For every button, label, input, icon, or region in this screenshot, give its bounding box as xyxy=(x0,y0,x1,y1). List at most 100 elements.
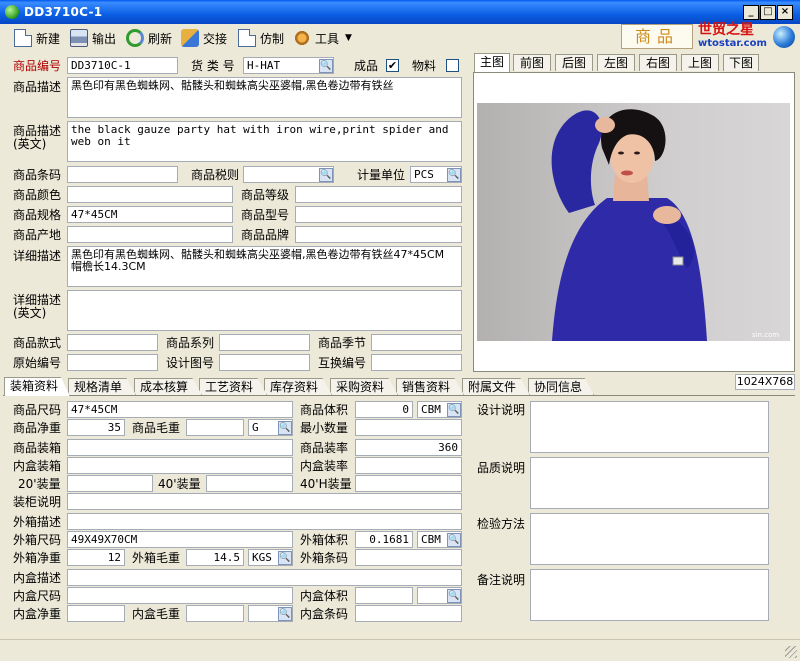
photo-watermark: sin.com xyxy=(752,331,779,339)
origin-field[interactable] xyxy=(67,226,233,243)
inner-size-field[interactable] xyxy=(67,587,293,604)
c40h-field[interactable] xyxy=(355,475,462,492)
barcode-field[interactable] xyxy=(67,166,178,183)
style-field[interactable] xyxy=(67,334,158,351)
min-qty-field[interactable] xyxy=(355,419,462,436)
outer-size-field[interactable]: 49X49X70CM xyxy=(67,531,293,548)
image-tab-5[interactable]: 上图 xyxy=(681,54,719,71)
tools-icon xyxy=(293,29,311,47)
close-button[interactable]: × xyxy=(777,5,793,20)
image-tab-0[interactable]: 主图 xyxy=(474,53,510,72)
c40-field[interactable] xyxy=(206,475,293,492)
detail-label: 详细描述 xyxy=(13,249,62,263)
inner-rate-field[interactable] xyxy=(355,457,462,474)
c20-field[interactable] xyxy=(67,475,153,492)
inspect-field[interactable] xyxy=(530,513,769,565)
outer-barcode-field[interactable] xyxy=(355,549,462,566)
pack-label: 商品装箱 xyxy=(13,441,62,455)
inner-gross-label: 内盒毛重 xyxy=(132,607,181,621)
desc-en-field[interactable]: the black gauze party hat with iron wire… xyxy=(67,121,462,162)
refresh-button[interactable]: 刷新 xyxy=(126,26,172,50)
export-label: 输出 xyxy=(92,31,117,46)
inner-gross-field[interactable] xyxy=(186,605,244,622)
bottom-tab-3[interactable]: 工艺资料 xyxy=(199,378,267,395)
maximize-button[interactable]: □ xyxy=(760,5,776,20)
category-picker-icon[interactable]: 🔍 xyxy=(319,59,333,73)
bottom-tab-0[interactable]: 装箱资料 xyxy=(4,377,70,396)
exchange-button[interactable]: 交接 xyxy=(181,26,227,50)
gross-field[interactable] xyxy=(186,419,244,436)
imitate-button[interactable]: 仿制 xyxy=(238,26,284,50)
orig-no-field[interactable] xyxy=(67,354,158,371)
material-checkbox[interactable] xyxy=(446,59,459,72)
design-no-field[interactable] xyxy=(219,354,310,371)
image-panel: sin.com xyxy=(473,72,795,372)
tax-picker-icon[interactable]: 🔍 xyxy=(319,168,333,182)
inner-vol-field[interactable] xyxy=(355,587,413,604)
export-button[interactable]: 输出 xyxy=(70,26,116,50)
image-tab-4[interactable]: 右图 xyxy=(639,54,677,71)
outer-vol-unit-picker-icon[interactable]: 🔍 xyxy=(447,533,461,547)
inner-net-label: 内盒净重 xyxy=(13,607,62,621)
net-field[interactable]: 35 xyxy=(67,419,125,436)
unit-picker-icon[interactable]: 🔍 xyxy=(447,168,461,182)
image-tab-2[interactable]: 后图 xyxy=(555,54,593,71)
resize-grip-icon[interactable] xyxy=(785,646,797,658)
minimize-button[interactable]: _ xyxy=(743,5,759,20)
quality-note-field[interactable] xyxy=(530,457,769,509)
product-no-field[interactable]: DD3710C-1 xyxy=(67,57,178,74)
outer-gross-unit-picker-icon[interactable]: 🔍 xyxy=(278,551,292,565)
finished-checkbox[interactable]: ✔ xyxy=(386,59,399,72)
image-tab-6[interactable]: 下图 xyxy=(723,54,759,71)
bottom-tab-2[interactable]: 成本核算 xyxy=(134,378,202,395)
season-field[interactable] xyxy=(371,334,462,351)
goods-badge: 商品 xyxy=(621,24,693,49)
volume-unit-picker-icon[interactable]: 🔍 xyxy=(447,403,461,417)
series-field[interactable] xyxy=(219,334,310,351)
design-note-field[interactable] xyxy=(530,401,769,453)
title-bar[interactable]: DD3710C-1 _ □ × xyxy=(0,0,800,24)
bottom-tab-1[interactable]: 规格清单 xyxy=(68,378,136,395)
model-field[interactable] xyxy=(295,206,462,223)
pack-field[interactable] xyxy=(67,439,293,456)
inner-desc-field[interactable] xyxy=(67,569,462,586)
inner-net-field[interactable] xyxy=(67,605,125,622)
bottom-tab-5[interactable]: 采购资料 xyxy=(330,378,398,395)
brand-field[interactable] xyxy=(295,226,462,243)
outer-desc-field[interactable] xyxy=(67,513,462,530)
inner-pack-field[interactable] xyxy=(67,457,293,474)
pack-rate-field[interactable]: 360 xyxy=(355,439,462,456)
bottom-tab-4[interactable]: 库存资料 xyxy=(264,378,332,395)
design-no-label: 设计图号 xyxy=(166,356,215,370)
inner-vol-unit-picker-icon[interactable]: 🔍 xyxy=(447,589,461,603)
bottom-tab-8[interactable]: 协同信息 xyxy=(528,378,594,395)
color-field[interactable] xyxy=(67,186,233,203)
detail-en-field[interactable] xyxy=(67,290,462,331)
swap-no-field[interactable] xyxy=(371,354,462,371)
outer-vol-field[interactable]: 0.1681 xyxy=(355,531,413,548)
brand-logo: 世贸之星 wtostar.com xyxy=(698,23,774,51)
weight-unit-picker-icon[interactable]: 🔍 xyxy=(278,421,292,435)
desc-field[interactable]: 黑色印有黑色蜘蛛网、骷髅头和蜘蛛高尖巫婆帽,黑色卷边带有铁丝 xyxy=(67,77,462,118)
outer-net-field[interactable]: 12 xyxy=(67,549,125,566)
size-field[interactable]: 47*45CM xyxy=(67,401,293,418)
spec-field[interactable]: 47*45CM xyxy=(67,206,233,223)
new-button[interactable]: 新建 xyxy=(14,26,60,50)
remark-field[interactable] xyxy=(530,569,769,621)
bottom-tab-7[interactable]: 附属文件 xyxy=(462,378,530,395)
swap-no-label: 互换编号 xyxy=(318,356,367,370)
inner-gross-unit-picker-icon[interactable]: 🔍 xyxy=(278,607,292,621)
tools-menu-button[interactable]: 工具 ▼ xyxy=(293,26,352,50)
grade-field[interactable] xyxy=(295,186,462,203)
outer-desc-label: 外箱描述 xyxy=(13,515,62,529)
load-note-field[interactable] xyxy=(67,493,462,510)
image-tab-3[interactable]: 左图 xyxy=(597,54,635,71)
product-no-label: 商品编号 xyxy=(13,59,62,73)
image-tab-1[interactable]: 前图 xyxy=(513,54,551,71)
outer-gross-field[interactable]: 14.5 xyxy=(186,549,244,566)
volume-field[interactable]: 0 xyxy=(355,401,413,418)
bottom-tab-6[interactable]: 销售资料 xyxy=(396,378,464,395)
detail-field[interactable]: 黑色印有黑色蜘蛛网、骷髅头和蜘蛛高尖巫婆帽,黑色卷边带有铁丝47*45CM 帽檐… xyxy=(67,246,462,287)
inner-barcode-field[interactable] xyxy=(355,605,462,622)
c20-label: 20'装量 xyxy=(18,477,61,491)
